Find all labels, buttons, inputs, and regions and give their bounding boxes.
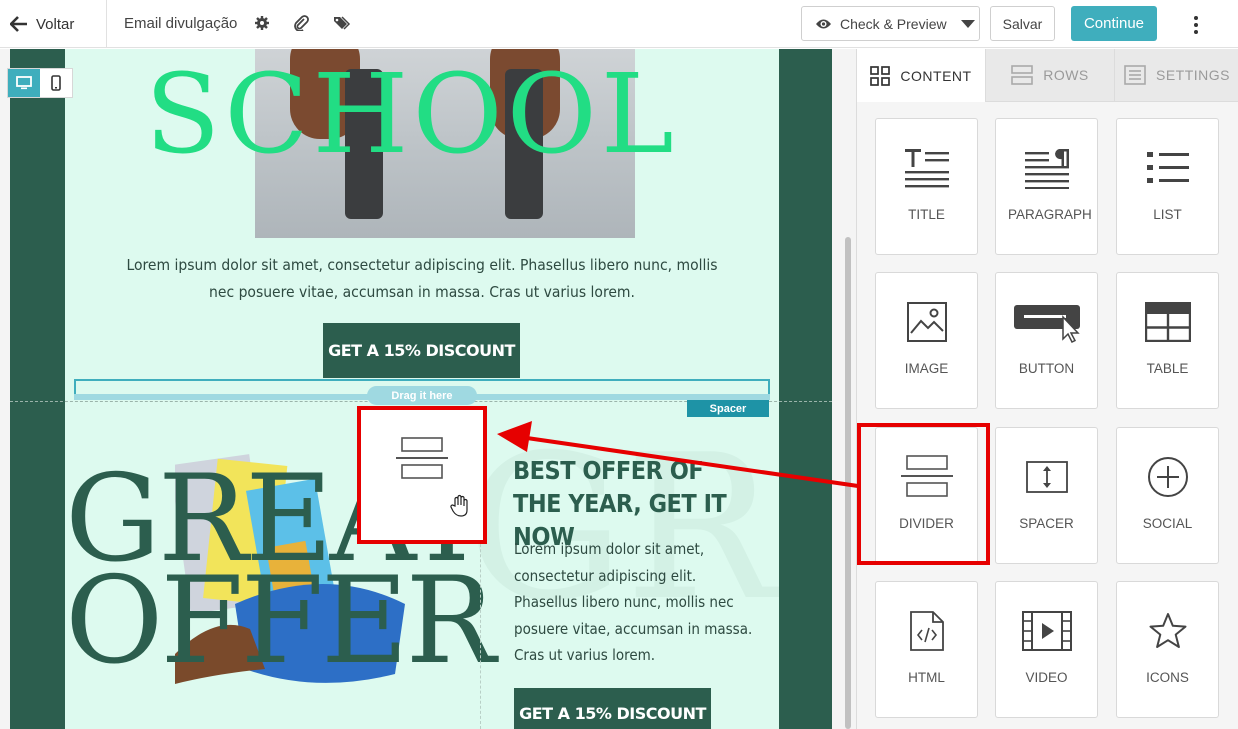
check-preview-button[interactable]: Check & Preview bbox=[801, 6, 980, 41]
divider-icon bbox=[900, 455, 953, 497]
eye-icon bbox=[816, 19, 831, 28]
back-button[interactable]: Voltar bbox=[10, 13, 74, 35]
tile-paragraph[interactable]: PARAGRAPH bbox=[995, 118, 1098, 255]
device-toggle bbox=[7, 68, 73, 98]
table-icon bbox=[1144, 302, 1191, 342]
star-icon bbox=[1149, 613, 1186, 648]
spacer-tag[interactable]: Spacer bbox=[687, 400, 769, 417]
more-options-icon[interactable] bbox=[1187, 14, 1205, 36]
discount-button-1[interactable]: GET A 15% DISCOUNT bbox=[323, 323, 520, 378]
content-panel: CONTENT ROWS SETTINGS TITLE PARAGRAPH LI… bbox=[856, 49, 1238, 729]
title-icon bbox=[904, 149, 949, 188]
offer-paragraph[interactable]: Lorem ipsum dolor sit amet, consectetur … bbox=[514, 536, 754, 669]
tab-settings[interactable]: SETTINGS bbox=[1114, 49, 1238, 102]
settings-icon bbox=[1124, 65, 1146, 85]
tile-icons[interactable]: ICONS bbox=[1116, 581, 1219, 718]
continue-button[interactable]: Continue bbox=[1071, 6, 1157, 41]
email-background: SCHOOL Lorem ipsum dolor sit amet, conse… bbox=[10, 49, 832, 729]
rows-icon bbox=[1011, 65, 1034, 85]
grid-icon bbox=[870, 65, 891, 86]
panel-tabs: CONTENT ROWS SETTINGS bbox=[857, 49, 1238, 102]
paperclip-icon[interactable] bbox=[293, 15, 309, 31]
tile-title[interactable]: TITLE bbox=[875, 118, 978, 255]
monitor-icon bbox=[16, 76, 32, 90]
discount-button-2[interactable]: GET A 15% DISCOUNT bbox=[514, 688, 711, 729]
save-button[interactable]: Salvar bbox=[990, 6, 1055, 41]
tags-icon[interactable] bbox=[333, 15, 351, 31]
dragged-divider-block[interactable] bbox=[357, 406, 487, 544]
grab-hand-icon bbox=[450, 494, 468, 517]
editor-canvas[interactable]: SCHOOL Lorem ipsum dolor sit amet, conse… bbox=[0, 49, 856, 729]
tile-html[interactable]: HTML bbox=[875, 581, 978, 718]
tile-spacer[interactable]: SPACER bbox=[995, 427, 1098, 564]
tab-rows[interactable]: ROWS bbox=[985, 49, 1114, 102]
caret-down-icon bbox=[960, 19, 975, 28]
tile-list[interactable]: LIST bbox=[1116, 118, 1219, 255]
divider-icon bbox=[396, 437, 448, 479]
mobile-view-button[interactable] bbox=[40, 69, 72, 97]
column-divider bbox=[480, 529, 481, 729]
tile-social[interactable]: SOCIAL bbox=[1116, 427, 1219, 564]
paragraph-icon bbox=[1024, 149, 1069, 189]
tile-table[interactable]: TABLE bbox=[1116, 272, 1219, 409]
button-icon bbox=[1013, 305, 1080, 343]
html-icon bbox=[909, 611, 944, 651]
drag-here-label: Drag it here bbox=[367, 386, 477, 405]
tile-divider[interactable]: DIVIDER bbox=[875, 427, 978, 564]
tile-button[interactable]: BUTTON bbox=[995, 272, 1098, 409]
image-icon bbox=[906, 302, 947, 342]
video-icon bbox=[1021, 611, 1072, 651]
list-icon bbox=[1146, 152, 1189, 183]
arrow-left-icon bbox=[10, 16, 27, 32]
tile-image[interactable]: IMAGE bbox=[875, 272, 978, 409]
preview-label: Check & Preview bbox=[840, 15, 947, 32]
back-label: Voltar bbox=[36, 15, 75, 33]
social-icon bbox=[1147, 457, 1188, 497]
tab-content[interactable]: CONTENT bbox=[857, 49, 985, 102]
desktop-view-button[interactable] bbox=[8, 69, 40, 97]
tile-video[interactable]: VIDEO bbox=[995, 581, 1098, 718]
intro-paragraph[interactable]: Lorem ipsum dolor sit amet, consectetur … bbox=[125, 252, 719, 306]
hero-title: SCHOOL bbox=[145, 50, 678, 178]
top-bar: Voltar Email divulgação Check & Preview … bbox=[0, 0, 1238, 48]
phone-icon bbox=[51, 75, 61, 91]
email-name[interactable]: Email divulgação bbox=[124, 15, 237, 32]
canvas-scrollbar[interactable] bbox=[845, 237, 851, 729]
toolbar-divider bbox=[106, 0, 107, 48]
spacer-icon bbox=[1025, 461, 1068, 493]
gear-icon[interactable] bbox=[254, 15, 270, 31]
